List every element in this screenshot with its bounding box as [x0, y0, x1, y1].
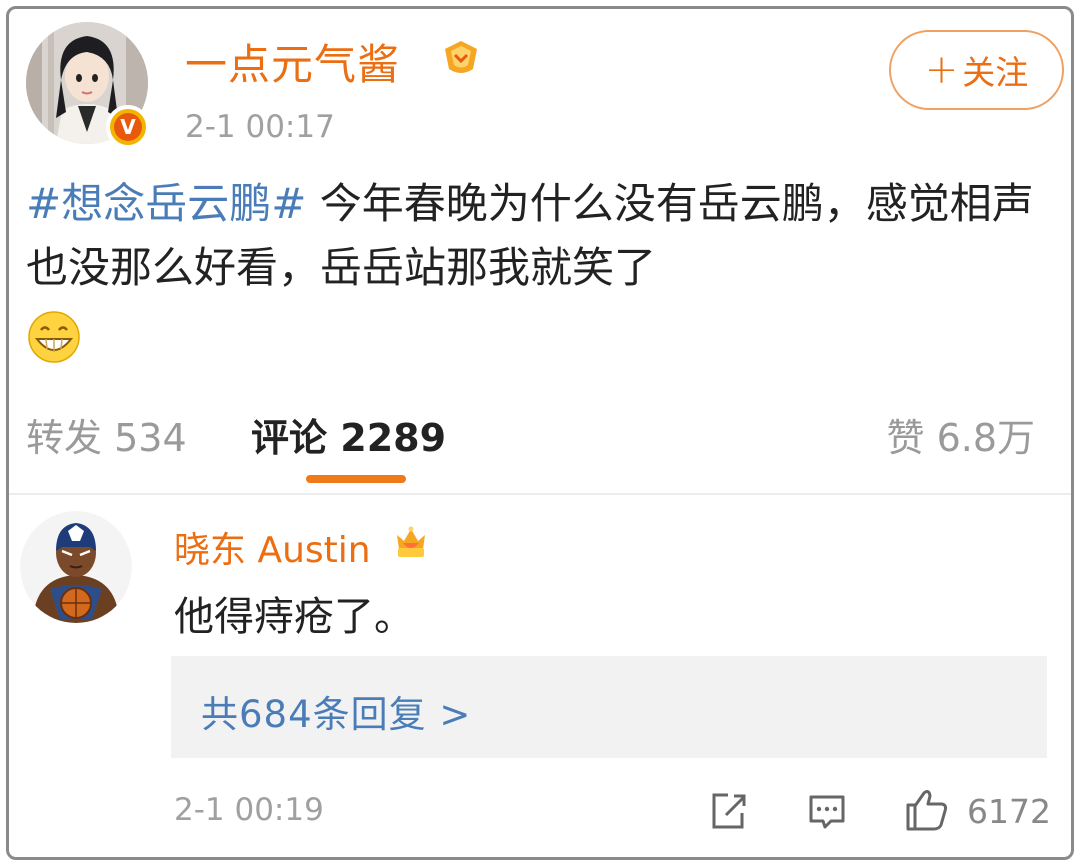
poster-username[interactable]: 一点元气酱 — [185, 31, 400, 92]
gold-badge-icon — [445, 41, 477, 73]
view-replies-link[interactable]: 共684条回复 > — [201, 684, 471, 738]
repost-count: 534 — [114, 416, 187, 460]
follow-label: 关注 — [962, 53, 1029, 92]
replies-panel: 共684条回复 > — [171, 656, 1047, 758]
post-timestamp: 2-1 00:17 — [185, 109, 335, 145]
active-tab-indicator — [306, 475, 406, 483]
repost-label: 转发 — [26, 416, 103, 460]
commenter-username[interactable]: 晓东 Austin — [174, 521, 371, 573]
hashtag-link[interactable]: #想念岳云鹏# — [26, 179, 306, 228]
verified-badge-icon: V — [106, 105, 150, 149]
repost-tab[interactable]: 转发 534 — [26, 407, 187, 462]
thumbs-up-icon[interactable] — [902, 785, 950, 833]
like-count: 6.8万 — [936, 416, 1035, 460]
weibo-post-card: V 一点元气酱 2-1 00:17 + 关注 #想念岳云鹏# 今年春晚为什么没有… — [6, 6, 1074, 860]
comment-count: 2289 — [340, 416, 447, 460]
plus-icon: + — [924, 47, 959, 93]
crown-badge-icon — [397, 526, 425, 557]
comment-timestamp: 2-1 00:19 — [174, 792, 324, 828]
divider — [9, 493, 1071, 495]
commenter-avatar[interactable] — [20, 511, 132, 623]
like-label: 赞 — [886, 416, 925, 460]
grinning-face-emoji-icon — [28, 310, 80, 363]
follow-button[interactable]: + 关注 — [889, 30, 1064, 110]
comment-text: 他得痔疮了。 — [174, 594, 414, 640]
reply-icon[interactable] — [805, 789, 849, 833]
like-tab[interactable]: 赞 6.8万 — [886, 407, 1035, 462]
comment-like-count: 6172 — [967, 792, 1051, 831]
share-icon[interactable] — [706, 789, 750, 833]
comment-tab[interactable]: 评论 2289 — [251, 407, 446, 462]
comment-label: 评论 — [251, 416, 328, 460]
post-content: #想念岳云鹏# 今年春晚为什么没有岳云鹏，感觉相声也没那么好看，岳岳站那我就笑了 — [26, 172, 1056, 365]
